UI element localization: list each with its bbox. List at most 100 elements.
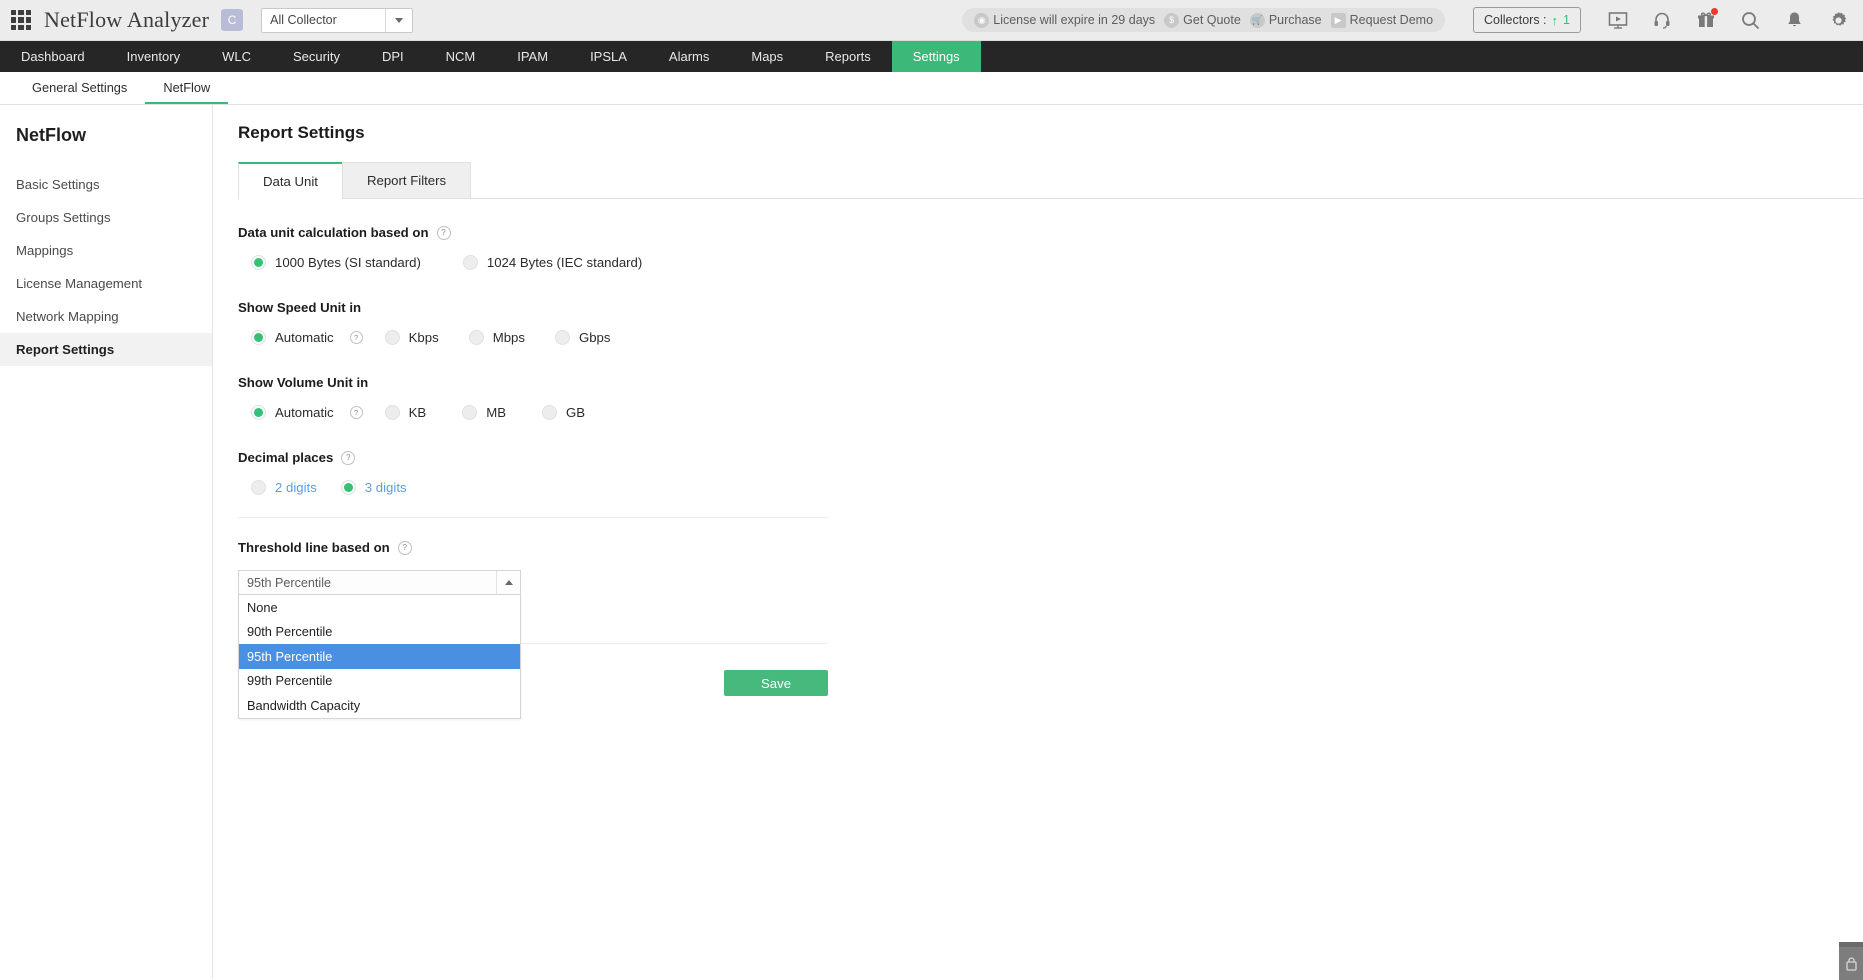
collectors-count: 1 [1563, 13, 1570, 27]
search-icon[interactable] [1739, 9, 1761, 31]
threshold-option-bandwidth-capacity[interactable]: Bandwidth Capacity [239, 693, 520, 718]
get-quote-button[interactable]: $ Get Quote [1164, 12, 1241, 28]
license-expiry[interactable]: ◉ License will expire in 29 days [974, 12, 1156, 28]
radio-speed-gbps-indicator[interactable] [554, 330, 570, 345]
collectors-status[interactable]: Collectors : ↑ 1 [1473, 7, 1581, 33]
nav-dashboard[interactable]: Dashboard [0, 41, 106, 72]
radio-volume-gb-indicator[interactable] [542, 405, 558, 420]
radio-speed-kbps[interactable]: Kbps [384, 330, 439, 345]
sidebar: NetFlow Basic Settings Groups Settings M… [0, 105, 213, 979]
tab-report-filters[interactable]: Report Filters [341, 162, 472, 198]
radio-iec-indicator[interactable] [462, 255, 478, 270]
help-icon[interactable]: ? [349, 331, 363, 344]
nav-wlc[interactable]: WLC [201, 41, 272, 72]
brand-title: NetFlow Analyzer [44, 7, 210, 32]
radio-3-digits-indicator[interactable] [340, 480, 356, 495]
radio-speed-mbps-indicator[interactable] [468, 330, 484, 345]
video-icon: ▶ [1330, 12, 1346, 28]
get-quote-label: Get Quote [1183, 13, 1241, 27]
nav-ipsla[interactable]: IPSLA [569, 41, 648, 72]
main-content: Report Settings Data Unit Report Filters… [213, 105, 1863, 979]
save-button[interactable]: Save [724, 670, 828, 696]
help-icon[interactable]: ? [349, 406, 363, 419]
collector-select-value: All Collector [270, 13, 337, 27]
radio-2-digits[interactable]: 2 digits [251, 480, 317, 495]
cart-icon: 🛒 [1249, 12, 1265, 28]
speed-unit-label-text: Show Speed Unit in [238, 300, 362, 315]
nav-dpi[interactable]: DPI [361, 41, 425, 72]
threshold-option-99th[interactable]: 99th Percentile [239, 669, 520, 694]
sidebar-item-basic-settings[interactable]: Basic Settings [0, 168, 212, 201]
purchase-button[interactable]: 🛒 Purchase [1249, 12, 1322, 28]
apps-grid-icon[interactable] [10, 9, 32, 31]
sidebar-item-mappings[interactable]: Mappings [0, 234, 212, 267]
caret-up-icon[interactable] [496, 571, 520, 594]
top-header: NetFlow Analyzer C All Collector ◉ Licen… [0, 0, 1863, 41]
nav-alarms[interactable]: Alarms [648, 41, 730, 72]
feedback-widget[interactable] [1839, 942, 1863, 980]
license-icon: ◉ [974, 12, 990, 28]
nav-inventory[interactable]: Inventory [106, 41, 201, 72]
help-icon[interactable]: ? [341, 450, 356, 465]
bell-icon[interactable] [1783, 9, 1805, 31]
presentation-icon[interactable] [1607, 9, 1629, 31]
threshold-option-none[interactable]: None [239, 595, 520, 620]
radio-speed-kbps-indicator[interactable] [384, 330, 400, 345]
nav-settings[interactable]: Settings [891, 41, 981, 72]
radio-volume-mb-indicator[interactable] [462, 405, 478, 420]
radio-option-si[interactable]: 1000 Bytes (SI standard) [251, 255, 421, 270]
request-demo-label: Request Demo [1349, 13, 1434, 27]
sidebar-item-report-settings[interactable]: Report Settings [0, 333, 212, 366]
threshold-option-95th[interactable]: 95th Percentile [239, 644, 520, 669]
request-demo-button[interactable]: ▶ Request Demo [1330, 12, 1434, 28]
subnav-general-settings[interactable]: General Settings [14, 72, 145, 104]
radio-volume-gb[interactable]: GB [542, 405, 585, 420]
decimal-places-label-text: Decimal places [238, 450, 334, 465]
help-icon[interactable]: ? [436, 225, 451, 240]
collector-select[interactable]: All Collector [261, 7, 414, 33]
radio-volume-kb-label: KB [408, 405, 427, 420]
radio-si-indicator[interactable] [251, 255, 266, 270]
radio-si-label: 1000 Bytes (SI standard) [275, 255, 421, 270]
header-icon-group [1607, 8, 1849, 31]
radio-speed-gbps[interactable]: Gbps [554, 330, 610, 345]
sidebar-item-license-management[interactable]: License Management [0, 267, 212, 300]
tab-bar: Data Unit Report Filters [238, 162, 1863, 199]
nav-maps[interactable]: Maps [730, 41, 804, 72]
radio-2-digits-indicator[interactable] [251, 480, 266, 495]
sidebar-item-groups-settings[interactable]: Groups Settings [0, 201, 212, 234]
sidebar-title: NetFlow [16, 125, 86, 145]
radio-speed-kbps-label: Kbps [408, 330, 439, 345]
radio-volume-automatic[interactable]: Automatic [251, 405, 334, 420]
nav-ncm[interactable]: NCM [425, 41, 497, 72]
volume-unit-radio-group: Automatic ? KB MB GB [238, 405, 958, 420]
radio-3-digits-label: 3 digits [364, 480, 407, 495]
collector-badge[interactable]: C [221, 9, 244, 31]
nav-reports[interactable]: Reports [804, 41, 892, 72]
radio-volume-mb[interactable]: MB [462, 405, 506, 420]
decimal-places-radio-group: 2 digits 3 digits [238, 480, 958, 495]
nav-ipam[interactable]: IPAM [496, 41, 569, 72]
radio-option-iec[interactable]: 1024 Bytes (IEC standard) [462, 255, 642, 270]
threshold-option-90th[interactable]: 90th Percentile [239, 620, 520, 645]
radio-volume-automatic-indicator[interactable] [251, 405, 266, 420]
gear-icon[interactable] [1827, 9, 1849, 31]
sidebar-item-network-mapping[interactable]: Network Mapping [0, 300, 212, 333]
data-unit-label-text: Data unit calculation based on [238, 225, 429, 240]
chevron-down-icon[interactable] [385, 8, 412, 32]
subnav-netflow[interactable]: NetFlow [145, 72, 229, 104]
radio-speed-automatic-indicator[interactable] [251, 330, 266, 345]
help-icon[interactable]: ? [397, 540, 412, 555]
threshold-select[interactable]: 95th Percentile [238, 570, 521, 595]
radio-speed-mbps[interactable]: Mbps [468, 330, 525, 345]
radio-volume-kb[interactable]: KB [384, 405, 427, 420]
nav-security[interactable]: Security [272, 41, 361, 72]
radio-volume-kb-indicator[interactable] [384, 405, 400, 420]
tab-data-unit[interactable]: Data Unit [238, 162, 343, 199]
radio-3-digits[interactable]: 3 digits [340, 480, 407, 495]
license-expiry-label: License will expire in 29 days [993, 13, 1156, 27]
radio-speed-automatic[interactable]: Automatic [251, 330, 334, 345]
gift-icon[interactable] [1695, 8, 1718, 31]
radio-speed-automatic-label: Automatic [275, 330, 334, 345]
headset-icon[interactable] [1651, 9, 1673, 31]
